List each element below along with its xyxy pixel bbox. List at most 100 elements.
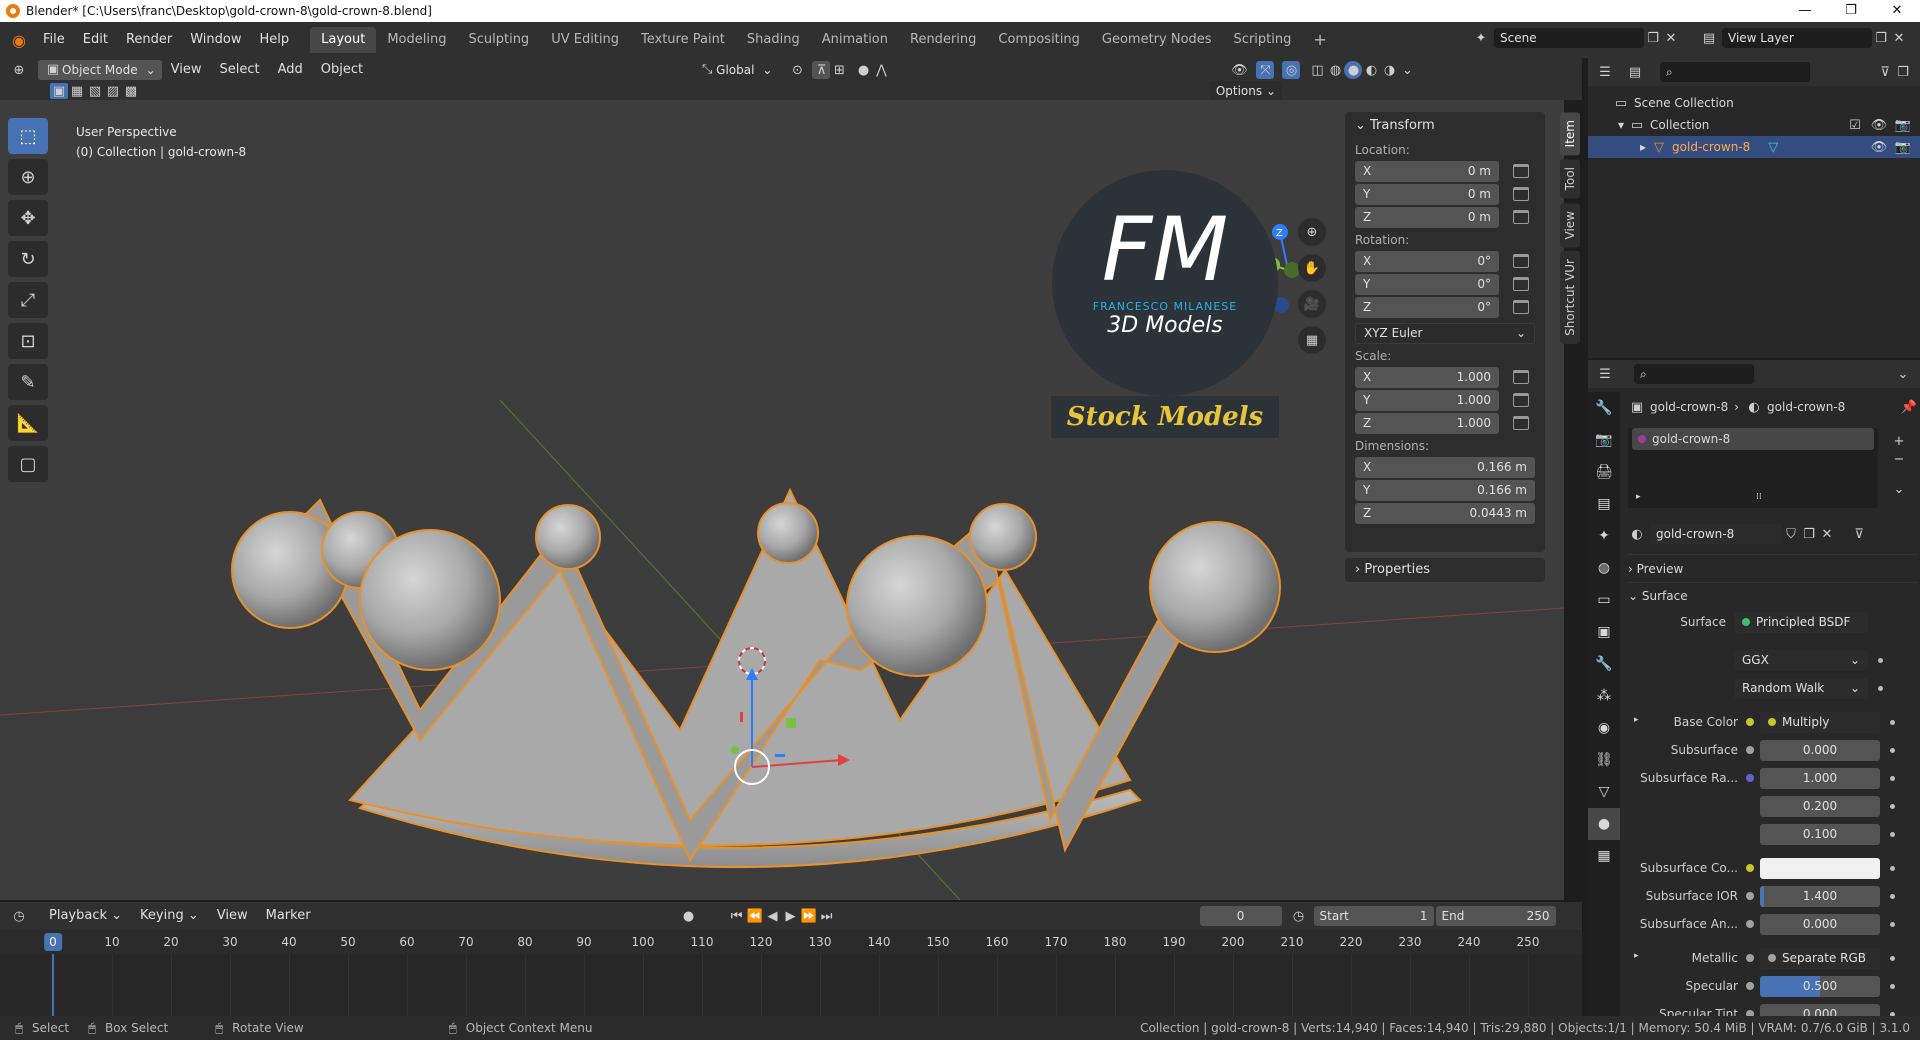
constraints-tab-icon[interactable]: ⛓ xyxy=(1588,744,1620,776)
output-tab-icon[interactable]: 🖨 xyxy=(1588,456,1620,488)
scene-tab-icon[interactable]: ✦ xyxy=(1588,520,1620,552)
lock-icon[interactable] xyxy=(1513,164,1529,178)
zoom-icon[interactable]: ⊕ xyxy=(1298,218,1326,246)
rotation-mode-dropdown[interactable]: XYZ Euler ⌄ xyxy=(1355,322,1535,344)
tab-texture-paint[interactable]: Texture Paint xyxy=(630,27,736,53)
input-value-field[interactable]: 0.100 xyxy=(1760,823,1880,845)
keyframe-dot-icon[interactable] xyxy=(1890,955,1895,961)
jump-start-icon[interactable]: ⏮ xyxy=(728,907,746,925)
socket-icon[interactable] xyxy=(1746,746,1754,754)
input-value-field[interactable]: Separate RGB xyxy=(1760,947,1880,969)
keyframe-dot-icon[interactable] xyxy=(1890,865,1895,871)
dimensions-y-field[interactable]: Y 0.166 m xyxy=(1355,479,1535,501)
tab-view[interactable]: View xyxy=(1560,202,1580,248)
view-layer-field[interactable]: View Layer xyxy=(1722,28,1872,48)
tab-scripting[interactable]: Scripting xyxy=(1223,27,1303,53)
filter-icon[interactable]: ⊽ xyxy=(1876,63,1894,81)
transform-orientation-dropdown[interactable]: ⤡ Global ⌄ xyxy=(692,60,778,80)
keyframe-dot-icon[interactable] xyxy=(1878,685,1883,691)
rotate-tool-icon[interactable]: ↻ xyxy=(8,241,48,277)
timeline-menu-playback[interactable]: Playback ⌄ xyxy=(40,902,131,930)
menu-file[interactable]: File xyxy=(34,22,74,58)
scene-icon[interactable]: ✦ xyxy=(1472,29,1490,47)
select-mode-intersect-icon[interactable]: ▩ xyxy=(122,83,140,99)
fake-user-icon[interactable]: ⛉ xyxy=(1782,525,1800,543)
overlay-toggle-icon[interactable]: ◎ xyxy=(1282,61,1301,79)
surface-panel-header[interactable]: ⌄ Surface xyxy=(1628,582,1918,608)
remove-slot-icon[interactable]: − xyxy=(1890,450,1908,468)
scene-name-field[interactable]: Scene xyxy=(1494,28,1644,48)
menu-window[interactable]: Window xyxy=(181,22,250,58)
lock-icon[interactable] xyxy=(1513,210,1529,224)
display-mode-icon[interactable]: ▤ xyxy=(1626,63,1644,81)
lock-icon[interactable] xyxy=(1513,416,1529,430)
input-value-field[interactable]: 0.500 xyxy=(1760,975,1880,997)
timeline-menu-view[interactable]: View xyxy=(208,902,257,930)
snap-icon[interactable]: ⊼ xyxy=(812,61,831,79)
select-mode-extend-icon[interactable]: ▦ xyxy=(68,83,86,99)
dimensions-z-field[interactable]: Z 0.0443 m xyxy=(1355,502,1535,524)
scale-y-field[interactable]: Y 1.000 xyxy=(1355,389,1499,411)
properties-options-icon[interactable]: ⌄ xyxy=(1894,365,1912,383)
play-reverse-icon[interactable]: ◀ xyxy=(764,907,782,925)
keyframe-dot-icon[interactable] xyxy=(1890,921,1895,927)
falloff-icon[interactable]: ⋀ xyxy=(872,61,890,79)
collection-tab-icon[interactable]: ▭ xyxy=(1588,584,1620,616)
delete-scene-icon[interactable]: ✕ xyxy=(1662,29,1680,47)
expand-arrow-icon[interactable]: ▸ xyxy=(1636,492,1641,502)
rotation-x-field[interactable]: X 0° xyxy=(1355,250,1499,272)
close-icon[interactable]: ✕ xyxy=(1874,0,1920,22)
blender-menu-icon[interactable]: ◉ xyxy=(10,31,28,50)
location-z-field[interactable]: Z 0 m xyxy=(1355,206,1499,228)
preview-range-icon[interactable]: ◷ xyxy=(1290,907,1308,925)
outliner-editor-icon[interactable]: ☰ xyxy=(1596,63,1614,81)
jump-key-back-icon[interactable]: ⏪ xyxy=(746,907,764,925)
object-tab-icon[interactable]: ▣ xyxy=(1588,616,1620,648)
material-tab-icon[interactable]: ● xyxy=(1588,808,1620,840)
xray-icon[interactable]: ◫ xyxy=(1308,61,1326,79)
lock-icon[interactable] xyxy=(1513,300,1529,314)
measure-tool-icon[interactable]: 📐 xyxy=(8,405,48,441)
socket-icon[interactable] xyxy=(1746,982,1754,990)
scale-z-field[interactable]: Z 1.000 xyxy=(1355,412,1499,434)
keyframe-dot-icon[interactable] xyxy=(1878,657,1883,663)
annotate-tool-icon[interactable]: ✎ xyxy=(8,364,48,400)
browse-material-icon[interactable]: ◐ xyxy=(1628,525,1646,543)
playhead-line[interactable] xyxy=(52,954,54,1016)
delete-view-layer-icon[interactable]: ✕ xyxy=(1890,29,1908,47)
viewport-menu-add[interactable]: Add xyxy=(269,58,312,82)
lock-icon[interactable] xyxy=(1513,254,1529,268)
move-tool-icon[interactable]: ✥ xyxy=(8,200,48,236)
outliner-row-collection[interactable]: ▾ ▭ Collection ☑ 👁 📷 xyxy=(1588,114,1920,136)
eye-icon[interactable]: 👁 xyxy=(1870,116,1888,134)
gizmo-toggle-icon[interactable]: ⤧ xyxy=(1256,61,1275,79)
keyframe-dot-icon[interactable] xyxy=(1890,747,1895,753)
checkbox-icon[interactable]: ☑ xyxy=(1846,116,1864,134)
menu-help[interactable]: Help xyxy=(251,22,299,58)
particles-tab-icon[interactable]: ⁂ xyxy=(1588,680,1620,712)
shading-material-icon[interactable]: ◐ xyxy=(1362,61,1380,79)
physics-tab-icon[interactable]: ◉ xyxy=(1588,712,1620,744)
new-view-layer-icon[interactable]: ❐ xyxy=(1872,29,1890,47)
tab-shading[interactable]: Shading xyxy=(736,27,811,53)
subsurface-method-dropdown[interactable]: Random Walk ⌄ xyxy=(1734,677,1868,699)
view-layer-tab-icon[interactable]: ▤ xyxy=(1588,488,1620,520)
outliner-search-input[interactable]: ⌕ xyxy=(1660,62,1810,82)
view-layer-icon[interactable]: ▤ xyxy=(1700,29,1718,47)
scale-tool-icon[interactable]: ⤢ xyxy=(8,282,48,318)
modifier-tab-icon[interactable]: 🔧 xyxy=(1588,648,1620,680)
scale-x-field[interactable]: X 1.000 xyxy=(1355,366,1499,388)
timeline-menu-marker[interactable]: Marker xyxy=(257,902,320,930)
expand-arrow-icon[interactable]: ▸ xyxy=(1634,715,1639,725)
socket-icon[interactable] xyxy=(1746,920,1754,928)
properties-search-input[interactable]: ⌕ xyxy=(1634,364,1754,384)
resize-handle-icon[interactable]: ⁞⁞ xyxy=(1756,492,1762,502)
shading-wireframe-icon[interactable]: ◍ xyxy=(1326,61,1344,79)
unlink-material-icon[interactable]: ✕ xyxy=(1818,525,1836,543)
shading-rendered-icon[interactable]: ◑ xyxy=(1380,61,1398,79)
expand-arrow-icon[interactable]: ▾ xyxy=(1618,118,1624,132)
proportional-edit-icon[interactable]: ● xyxy=(854,61,872,79)
dimensions-x-field[interactable]: X 0.166 m xyxy=(1355,456,1535,478)
input-value-field[interactable]: 1.400 xyxy=(1760,885,1880,907)
lock-icon[interactable] xyxy=(1513,277,1529,291)
